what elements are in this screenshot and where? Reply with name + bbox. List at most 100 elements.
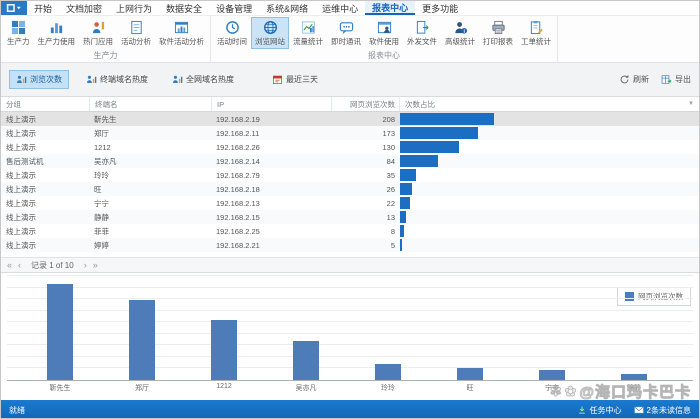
unread-messages-button[interactable]: 2条未读信息 (634, 405, 691, 416)
ribbon-group-buttons: 生产力生产力使用热门应用活动分析软件活动分析 (3, 17, 208, 49)
menu-item-6[interactable]: 系统&网络 (259, 1, 315, 15)
user-stats-icon (453, 20, 468, 35)
ribbon-button-label: 软件使用 (369, 36, 399, 47)
ribbon-button-热门应用[interactable]: 热门应用 (79, 17, 117, 49)
ratio-bar (400, 169, 416, 181)
ribbon-button-label: 软件活动分析 (159, 36, 204, 47)
table-row-2[interactable]: 线上演示郑厅192.168.2.11173 (1, 126, 699, 140)
x-axis-label-1212: 1212 (216, 383, 232, 390)
ribbon-button-打印报表[interactable]: 打印报表 (479, 17, 517, 49)
menu-item-3[interactable]: 上网行为 (109, 1, 159, 15)
tab-全网域名热度[interactable]: 全网域名热度 (165, 70, 241, 89)
cell-terminal-name: 静静 (89, 212, 211, 223)
last-page-icon[interactable]: » (93, 261, 98, 270)
menu-item-1[interactable]: 开始 (27, 1, 59, 15)
column-filter-caret-icon[interactable]: ▼ (688, 101, 694, 107)
tab-终端域名热度[interactable]: 终端域名热度 (79, 70, 155, 89)
导出-button[interactable]: 导出 (661, 74, 691, 85)
menu-item-2[interactable]: 文档加密 (59, 1, 109, 15)
tab-bar-actions: 刷新 导出 (619, 74, 691, 85)
clipboard-icon (529, 20, 544, 35)
envelope-icon (634, 405, 644, 415)
ribbon-button-生产力使用[interactable]: 生产力使用 (34, 17, 80, 49)
ribbon-button-浏览网站[interactable]: 浏览网站 (251, 17, 289, 49)
ribbon-button-label: 流量统计 (293, 36, 323, 47)
ribbon-button-外发文件[interactable]: 外发文件 (403, 17, 441, 49)
file-out-icon (415, 20, 430, 35)
ribbon-button-活动时间[interactable]: 活动时间 (213, 17, 251, 49)
chart-bar-靳先生 (47, 284, 73, 380)
chart-legend: 网页浏览次数 (617, 287, 691, 306)
prev-page-icon[interactable]: ‹ (18, 261, 21, 270)
ribbon-button-label: 高级统计 (445, 36, 475, 47)
cell-count: 208 (331, 115, 399, 124)
column-header-ratio[interactable]: 次数占比 (399, 97, 699, 111)
chart-bar-宁宁 (539, 370, 565, 380)
column-header-ip[interactable]: IP (211, 97, 331, 111)
column-header-terminal[interactable]: 终端名 (89, 97, 211, 111)
ribbon-button-生产力[interactable]: 生产力 (3, 17, 34, 49)
table-row-6[interactable]: 线上演示旺192.168.2.1826 (1, 182, 699, 196)
menu-item-5[interactable]: 设备管理 (209, 1, 259, 15)
cell-ip: 192.168.2.25 (211, 227, 331, 236)
table-row-9[interactable]: 线上演示菲菲192.168.2.258 (1, 224, 699, 238)
chart-gridline (7, 356, 693, 357)
cell-group: 线上演示 (1, 170, 89, 181)
ribbon-button-label: 工单统计 (521, 36, 551, 47)
ribbon-button-流量统计[interactable]: 流量统计 (289, 17, 327, 49)
table-body: 线上演示靳先生192.168.2.19208线上演示郑厅192.168.2.11… (1, 112, 699, 252)
legend-label: 网页浏览次数 (638, 291, 683, 302)
chart-gridline (7, 333, 693, 334)
cell-count: 173 (331, 129, 399, 138)
chart-gridline (7, 321, 693, 322)
next-page-icon[interactable]: › (84, 261, 87, 270)
table-row-7[interactable]: 线上演示宁宁192.168.2.1322 (1, 196, 699, 210)
pagination-bar: «‹记录 1 of 10›» (1, 257, 699, 273)
cell-group: 线上演示 (1, 128, 89, 139)
table-row-3[interactable]: 线上演示1212192.168.2.26130 (1, 140, 699, 154)
table-row-4[interactable]: 售后测试机吴亦凡192.168.2.1484 (1, 154, 699, 168)
app-logo-icon (6, 3, 22, 13)
ribbon-button-软件活动分析[interactable]: 软件活动分析 (155, 17, 208, 49)
ribbon-button-label: 生产力使用 (38, 36, 76, 47)
cell-ratio (399, 211, 699, 223)
first-page-icon[interactable]: « (7, 261, 12, 270)
ratio-bar (400, 141, 459, 153)
ribbon-button-软件使用[interactable]: 软件使用 (365, 17, 403, 49)
tab-最近三天[interactable]: 最近三天 (265, 70, 325, 89)
table-row-10[interactable]: 线上演示婷婷192.168.2.215 (1, 238, 699, 252)
cell-ip: 192.168.2.18 (211, 185, 331, 194)
cell-count: 8 (331, 227, 399, 236)
tab-label: 终端域名热度 (100, 74, 148, 85)
ribbon-button-工单统计[interactable]: 工单统计 (517, 17, 555, 49)
menu-item-8[interactable]: 报表中心 (365, 1, 415, 15)
tab-浏览次数[interactable]: 浏览次数 (9, 70, 69, 89)
app-menu-button[interactable] (1, 1, 27, 15)
chart-gridline (7, 287, 693, 288)
cell-group: 线上演示 (1, 184, 89, 195)
ribbon-button-即时通讯[interactable]: 即时通讯 (327, 17, 365, 49)
menu-item-4[interactable]: 数据安全 (159, 1, 209, 15)
ribbon-button-label: 热门应用 (83, 36, 113, 47)
ribbon-button-高级统计[interactable]: 高级统计 (441, 17, 479, 49)
table-row-8[interactable]: 线上演示静静192.168.2.1513 (1, 210, 699, 224)
person-chart-icon (16, 74, 27, 85)
ratio-bar (400, 155, 438, 167)
cell-ratio (399, 197, 699, 209)
ribbon-group-1: 生产力生产力使用热门应用活动分析软件活动分析生产力 (1, 16, 211, 62)
table-row-1[interactable]: 线上演示靳先生192.168.2.19208 (1, 112, 699, 126)
column-header-count[interactable]: 网页浏览次数 (331, 97, 399, 111)
menu-item-9[interactable]: 更多功能 (415, 1, 465, 15)
x-axis-label-靳先生: 靳先生 (50, 383, 71, 393)
menu-item-7[interactable]: 运维中心 (315, 1, 365, 15)
cell-ip: 192.168.2.26 (211, 143, 331, 152)
task-center-button[interactable]: 任务中心 (577, 405, 622, 416)
column-header-group[interactable]: 分组 (1, 97, 89, 111)
刷新-button[interactable]: 刷新 (619, 74, 649, 85)
ratio-bar (400, 225, 404, 237)
browse-count-table: 分组 终端名 IP 网页浏览次数 次数占比 ▼ 线上演示靳先生192.168.2… (1, 97, 699, 252)
table-row-5[interactable]: 线上演示玲玲192.168.2.7935 (1, 168, 699, 182)
cell-group: 线上演示 (1, 142, 89, 153)
chart-bar-旺 (457, 368, 483, 380)
ribbon-button-活动分析[interactable]: 活动分析 (117, 17, 155, 49)
